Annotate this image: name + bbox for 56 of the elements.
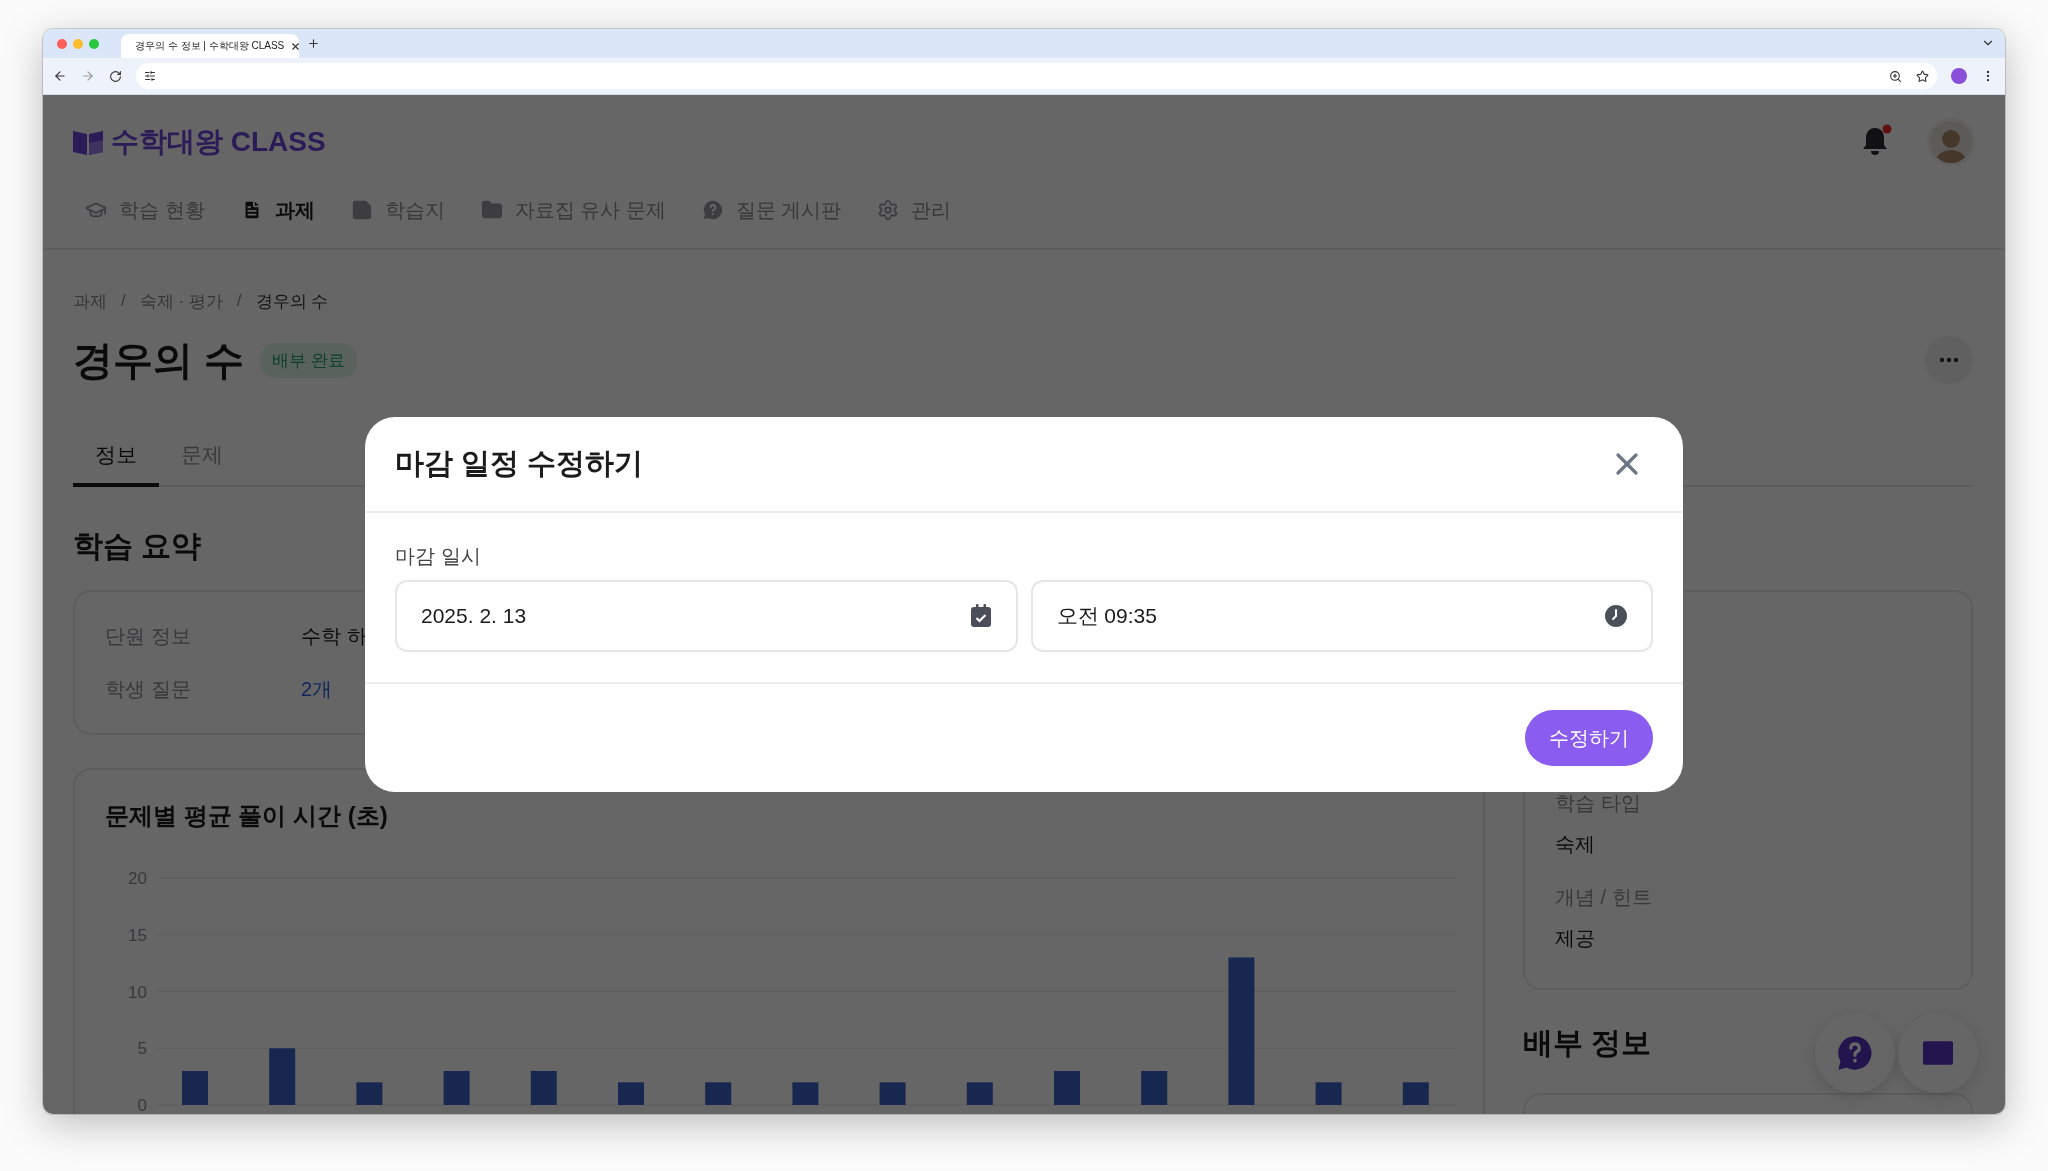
breadcrumb-separator: / xyxy=(236,291,242,311)
chart-bar xyxy=(182,1070,208,1105)
close-icon[interactable] xyxy=(290,40,302,52)
chart-bar xyxy=(1141,1070,1168,1105)
time-field[interactable]: 오전 09:35 xyxy=(1030,580,1653,652)
reload-icon[interactable] xyxy=(109,69,122,83)
chart-bar xyxy=(1402,1082,1429,1105)
chart-bar xyxy=(705,1082,732,1105)
chart-bar xyxy=(966,1082,993,1105)
detail-value: 제공 xyxy=(1555,926,1596,951)
content-tab[interactable]: 정보 xyxy=(73,427,159,487)
zoom-icon[interactable] xyxy=(1889,69,1902,83)
note-icon xyxy=(350,199,373,221)
question-bubble-icon xyxy=(1835,1033,1875,1073)
chart-bar xyxy=(1315,1082,1342,1105)
site-settings-icon[interactable] xyxy=(144,70,156,82)
forward-icon[interactable] xyxy=(81,69,95,83)
section-title: 학습 요약 xyxy=(73,527,202,564)
logo-text[interactable]: 수학대왕 CLASS xyxy=(111,123,326,161)
field-label: 마감 일시 xyxy=(395,544,482,569)
book-logo-icon xyxy=(73,129,103,155)
chart-bar xyxy=(792,1082,819,1105)
profile-avatar[interactable] xyxy=(1951,68,1967,84)
chart-bar xyxy=(618,1082,644,1105)
close-window-icon[interactable] xyxy=(57,38,67,49)
more-button[interactable] xyxy=(1925,336,1973,384)
back-icon[interactable] xyxy=(53,69,67,83)
summary-value: 수학 하 xyxy=(301,623,368,649)
browser-tab[interactable]: 경우의 수 정보 | 수학대왕 CLASS xyxy=(121,34,299,58)
chart-bar xyxy=(530,1070,557,1105)
section-title: 배부 정보 xyxy=(1523,1024,1652,1061)
breadcrumb-separator: / xyxy=(121,291,126,311)
chart-bar xyxy=(356,1082,383,1105)
chart-title: 문제별 평균 풀이 시간 (초) xyxy=(105,801,389,831)
chart-bar xyxy=(269,1048,296,1105)
status-badge: 배부 완료 xyxy=(260,342,357,378)
page-title: 경우의 수 xyxy=(73,336,245,384)
detail-value: 숙제 xyxy=(1555,832,1596,857)
settings-icon xyxy=(877,199,900,221)
star-icon[interactable] xyxy=(1916,69,1929,83)
date-field[interactable]: 2025. 2. 13 xyxy=(395,580,1018,652)
new-tab-icon[interactable] xyxy=(307,37,320,50)
chart-bar xyxy=(879,1082,906,1105)
chart-bar xyxy=(443,1070,470,1105)
clock-icon xyxy=(1605,605,1627,627)
breadcrumb-link[interactable]: 경우의 수 xyxy=(255,289,329,313)
address-field[interactable] xyxy=(136,63,1937,89)
tab-title: 경우의 수 정보 | 수학대왕 CLASS xyxy=(135,39,285,53)
folder-icon xyxy=(480,199,503,221)
modal-title: 마감 일정 수정하기 xyxy=(395,446,644,481)
calendar-check-icon xyxy=(969,604,992,628)
submit-button[interactable]: 수정하기 xyxy=(1525,710,1653,766)
question-bubble-icon xyxy=(701,199,724,221)
chart-bar xyxy=(1054,1070,1080,1105)
more-icon xyxy=(1939,357,1959,363)
nav-item[interactable]: 과제 xyxy=(240,196,315,224)
